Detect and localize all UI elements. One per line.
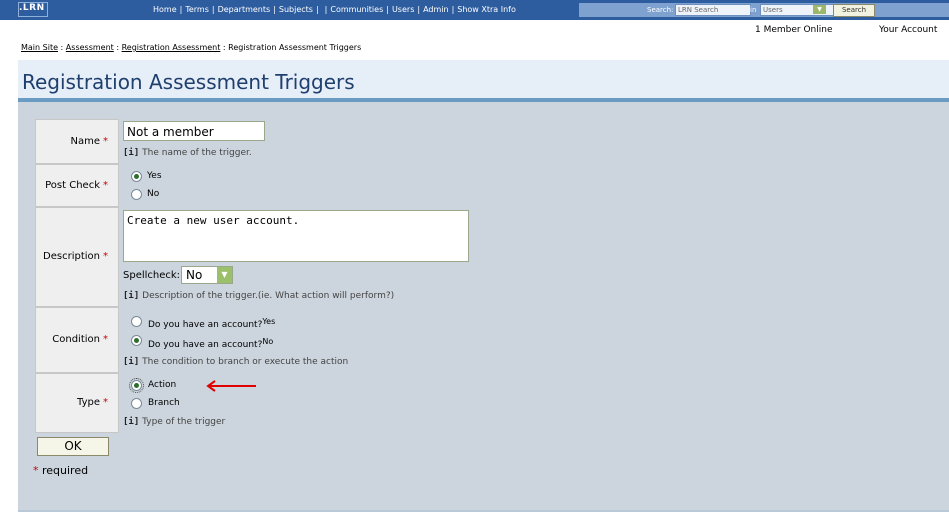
- info-marker: [i]: [123, 148, 140, 158]
- post-check-no-radio[interactable]: [131, 189, 142, 200]
- description-hint: [i] Description of the trigger.(ie. What…: [123, 291, 394, 301]
- condition-yes-suffix: Yes: [262, 317, 276, 326]
- name-label-cell: Name *: [35, 119, 119, 164]
- required-marker: *: [33, 464, 39, 477]
- condition-no-suffix: No: [262, 337, 274, 346]
- nav-separator: |: [324, 5, 328, 14]
- nav-separator: |: [273, 5, 276, 14]
- condition-no-radio[interactable]: [131, 335, 142, 346]
- form-panel: [18, 102, 949, 510]
- nav-separator: |: [451, 5, 455, 14]
- spellcheck-label: Spellcheck:: [123, 270, 181, 281]
- required-marker: *: [103, 397, 108, 408]
- type-branch-label: Branch: [148, 398, 180, 408]
- post-check-yes-radio[interactable]: [131, 171, 142, 182]
- breadcrumb-main-site[interactable]: Main Site: [21, 43, 58, 52]
- nav-separator: |: [211, 5, 215, 14]
- bottom-divider: [18, 510, 949, 512]
- required-note: * required: [33, 464, 88, 477]
- info-marker: [i]: [123, 291, 140, 301]
- condition-yes-radio[interactable]: [131, 316, 142, 327]
- your-account-link[interactable]: Your Account: [879, 25, 937, 35]
- required-marker: *: [103, 251, 108, 262]
- dropdown-arrow-icon[interactable]: ▼: [217, 267, 232, 283]
- post-check-no-label: No: [147, 189, 160, 199]
- nav-subjects[interactable]: Subjects: [279, 5, 313, 14]
- red-arrow-icon: [206, 380, 256, 392]
- condition-hint-text: The condition to branch or execute the a…: [142, 357, 349, 367]
- breadcrumb-separator: :: [222, 43, 226, 52]
- post-check-label: Post Check: [45, 180, 100, 191]
- required-text: required: [42, 464, 89, 477]
- nav-communities[interactable]: Communities: [330, 5, 383, 14]
- description-label: Description: [43, 251, 100, 262]
- required-marker: *: [103, 136, 108, 147]
- post-check-label-cell: Post Check *: [35, 164, 119, 207]
- page-title: Registration Assessment Triggers: [22, 70, 355, 94]
- dropdown-arrow-icon[interactable]: ▼: [813, 5, 826, 14]
- nav-users[interactable]: Users: [392, 5, 414, 14]
- nav-separator: |: [179, 5, 183, 14]
- type-label: Type: [77, 397, 100, 408]
- type-label-cell: Type *: [35, 373, 119, 433]
- search-input[interactable]: LRN Search: [675, 4, 751, 16]
- info-marker: [i]: [123, 357, 140, 367]
- name-input[interactable]: Not a member: [123, 121, 265, 141]
- breadcrumb-separator: :: [116, 43, 120, 52]
- breadcrumb-current: Registration Assessment Triggers: [228, 43, 362, 52]
- nav-home[interactable]: Home: [153, 5, 177, 14]
- condition-label-cell: Condition *: [35, 307, 119, 373]
- type-branch-radio[interactable]: [131, 398, 142, 409]
- condition-no-label: Do you have an account?No: [148, 337, 273, 350]
- name-label: Name: [70, 136, 100, 147]
- breadcrumb: Main Site : Assessment : Registration As…: [21, 43, 361, 52]
- breadcrumb-assessment[interactable]: Assessment: [66, 43, 114, 52]
- nav-admin[interactable]: Admin: [423, 5, 449, 14]
- condition-no-text: Do you have an account?: [148, 340, 263, 350]
- required-marker: *: [103, 334, 108, 345]
- main-nav: Home | Terms | Departments | Subjects | | Communi…: [153, 5, 516, 14]
- type-action-radio[interactable]: [129, 378, 144, 393]
- lrn-logo[interactable]: .LRN: [19, 3, 45, 13]
- search-label: Search:: [647, 6, 674, 14]
- nav-terms[interactable]: Terms: [185, 5, 209, 14]
- nav-separator: |: [315, 5, 319, 14]
- description-hint-text: Description of the trigger.(ie. What act…: [142, 291, 395, 301]
- breadcrumb-registration-assessment[interactable]: Registration Assessment: [122, 43, 221, 52]
- condition-hint: [i] The condition to branch or execute t…: [123, 357, 348, 367]
- nav-show-xtra-info[interactable]: Show Xtra Info: [457, 5, 516, 14]
- type-hint: [i] Type of the trigger: [123, 417, 225, 427]
- nav-separator: |: [417, 5, 421, 14]
- description-label-cell: Description *: [35, 207, 119, 307]
- name-hint-text: The name of the trigger.: [142, 148, 252, 158]
- condition-yes-text: Do you have an account?: [148, 320, 263, 330]
- type-action-label: Action: [148, 380, 177, 390]
- search-scope-label: in: [750, 6, 757, 14]
- post-check-yes-label: Yes: [147, 171, 162, 181]
- name-hint: [i] The name of the trigger.: [123, 148, 252, 158]
- breadcrumb-separator: :: [60, 43, 64, 52]
- search-button[interactable]: Search: [833, 4, 875, 17]
- condition-label: Condition: [52, 334, 100, 345]
- ok-button[interactable]: OK: [37, 437, 109, 456]
- type-hint-text: Type of the trigger: [142, 417, 226, 427]
- members-online: 1 Member Online: [755, 25, 833, 35]
- info-marker: [i]: [123, 417, 140, 427]
- nav-separator: |: [386, 5, 389, 14]
- description-textarea[interactable]: Create a new user account.: [123, 210, 469, 262]
- nav-departments[interactable]: Departments: [218, 5, 271, 14]
- required-marker: *: [103, 180, 108, 191]
- condition-yes-label: Do you have an account?Yes: [148, 317, 275, 330]
